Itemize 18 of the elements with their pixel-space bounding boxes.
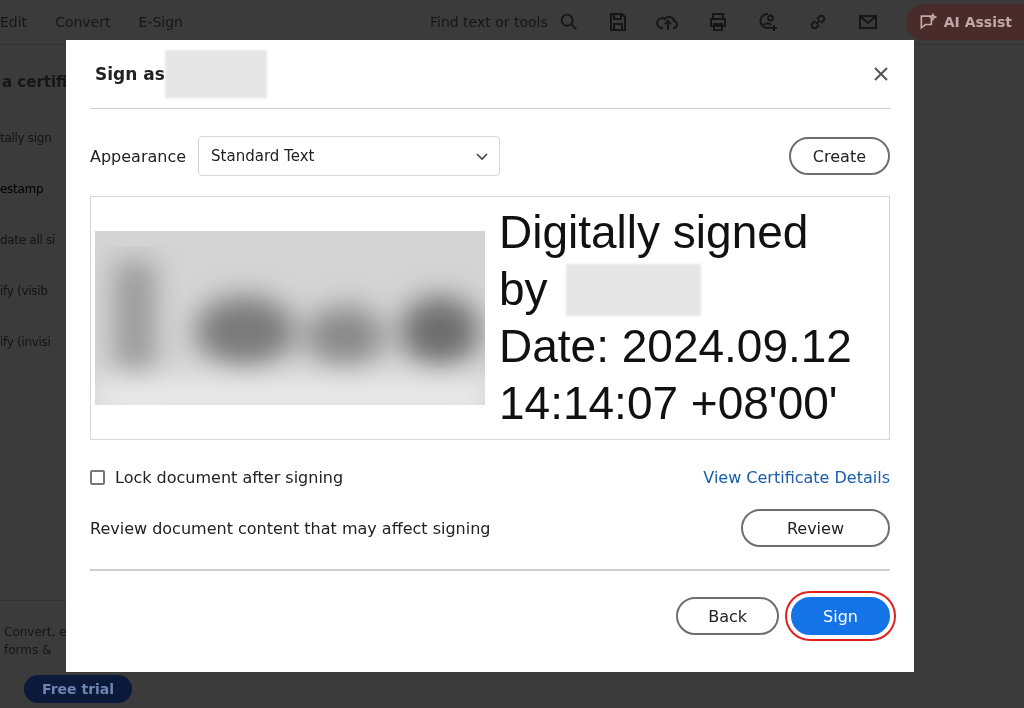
ai-assistant-button[interactable]: AI Assist [905, 4, 1024, 40]
close-icon[interactable] [872, 65, 890, 83]
create-button[interactable]: Create [788, 137, 890, 175]
checkbox-label: Lock document after signing [115, 468, 344, 487]
checkbox[interactable] [90, 470, 105, 485]
certificate-link[interactable]: View Certificate Details [703, 468, 890, 487]
free-trial-button[interactable]: Free trial [24, 675, 133, 703]
signature-text: Digitally signed [499, 205, 809, 260]
back-button[interactable]: Back [676, 597, 780, 635]
dialog-title: Sign as [95, 64, 165, 84]
review-button[interactable]: Review [740, 509, 890, 547]
appearance-dropdown[interactable]: Standard Text [198, 136, 501, 176]
signature-text: by [499, 262, 548, 317]
appearance-label: Appearance [90, 146, 187, 166]
review-text: Review document content that may affect signing [90, 518, 491, 538]
signature-text: 14:14:07 +08'00' [499, 376, 838, 431]
tool-option[interactable]: estamp [0, 182, 44, 233]
signature-text: Date: 2024.09.12 [499, 319, 852, 374]
